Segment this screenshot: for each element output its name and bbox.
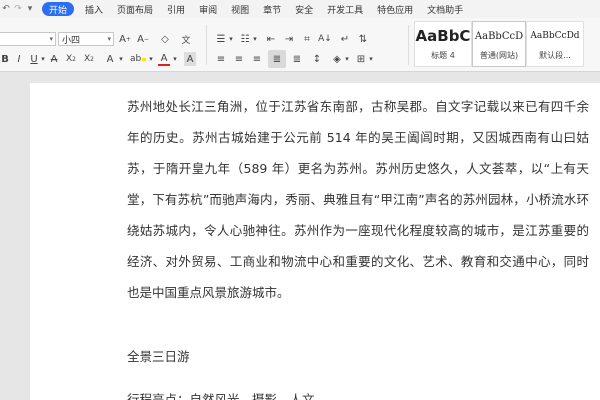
borders-icon[interactable]: ⊞ xyxy=(354,52,368,66)
chevron-down-icon[interactable]: ▾ xyxy=(118,52,124,66)
body-paragraph[interactable]: 苏州地处长江三角洲，位于江苏省东南部，古称吴郡。自文字记载以来已有四千余年的历史… xyxy=(127,91,589,308)
tab-insert[interactable]: 插入 xyxy=(78,0,110,18)
chinese-layout-icon[interactable]: ⌗ xyxy=(300,32,314,46)
italic-icon[interactable]: I xyxy=(14,52,24,66)
align-center-icon[interactable]: ≡ xyxy=(232,52,246,66)
shading-icon[interactable]: ◈ xyxy=(330,52,344,66)
align-right-icon[interactable]: ≡ xyxy=(250,52,264,66)
font-size-value: 小四 xyxy=(62,35,81,46)
tab-view[interactable]: 视图 xyxy=(224,0,256,18)
style-normal-web[interactable]: AaBbCcD 普通(网站) xyxy=(472,21,526,67)
highlight-icon[interactable]: ab xyxy=(130,52,146,66)
chevron-down-icon[interactable]: ▾ xyxy=(148,52,154,66)
font-size-select[interactable]: 小四 ▾ xyxy=(58,32,114,46)
font-name-select[interactable]: ▾ xyxy=(0,32,56,46)
char-shading-icon[interactable]: A xyxy=(184,52,196,66)
chevron-down-icon[interactable]: ▾ xyxy=(368,52,374,66)
line-spacing-icon[interactable]: ↕ xyxy=(310,52,324,66)
redo-icon[interactable]: ↷ xyxy=(12,0,24,18)
tab-references[interactable]: 引用 xyxy=(160,0,192,18)
style-name-label: 标题 4 xyxy=(431,51,455,60)
tab-page-layout[interactable]: 页面布局 xyxy=(110,0,160,18)
chevron-down-icon[interactable]: ▾ xyxy=(40,52,46,66)
align-left-icon[interactable]: ≡ xyxy=(214,52,228,66)
style-sample-text: AaBbCcDd xyxy=(530,31,580,41)
bullet-list-icon[interactable]: ☰ xyxy=(214,32,228,46)
style-sample-text: AaBbCcD xyxy=(474,30,524,42)
font-color-icon[interactable]: A xyxy=(158,52,170,66)
chevron-down-icon[interactable]: ▾ xyxy=(344,52,350,66)
grow-font-icon[interactable]: A + xyxy=(118,32,132,46)
tab-developer[interactable]: 开发工具 xyxy=(320,0,370,18)
style-default-paragraph[interactable]: AaBbCcDd 默认段... xyxy=(526,21,584,67)
ribbon-separator xyxy=(206,25,207,65)
chevron-down-icon: ▾ xyxy=(107,35,111,43)
increase-indent-icon[interactable]: ⇥ xyxy=(282,32,296,46)
style-heading-4[interactable]: AaBbC 标题 4 xyxy=(414,21,472,67)
bold-icon[interactable]: B xyxy=(0,52,10,66)
decrease-indent-icon[interactable]: ⇤ xyxy=(264,32,278,46)
text-direction-icon[interactable]: ⇅ xyxy=(356,32,370,46)
sort-icon[interactable]: A↓ xyxy=(318,32,332,46)
customize-icon[interactable]: ▾ xyxy=(24,0,36,18)
chevron-down-icon: ▾ xyxy=(49,35,53,43)
tab-review[interactable]: 审阅 xyxy=(192,0,224,18)
strikethrough-icon[interactable]: A xyxy=(48,52,60,66)
superscript-icon[interactable]: X2 xyxy=(64,52,78,66)
numbered-list-icon[interactable]: ☷ xyxy=(238,32,252,46)
section-heading[interactable]: 全景三日游 xyxy=(127,346,190,365)
chevron-down-icon[interactable]: ▾ xyxy=(252,32,258,46)
clear-format-icon[interactable]: ◇ xyxy=(158,32,172,46)
ribbon-toolbar: ▾ 小四 ▾ A + A − ◇ 文 B I U ▾ A X2 X2 A ▾ ab … xyxy=(0,18,600,72)
undo-icon[interactable]: ↶ xyxy=(0,0,12,18)
style-sample-text: AaBbC xyxy=(415,27,471,45)
tab-security[interactable]: 安全 xyxy=(288,0,320,18)
subscript-icon[interactable]: X2 xyxy=(82,52,96,66)
shrink-font-icon[interactable]: A − xyxy=(136,32,150,46)
chevron-down-icon[interactable]: ▾ xyxy=(228,32,234,46)
underline-icon[interactable]: U xyxy=(28,52,40,66)
chevron-down-icon[interactable]: ▾ xyxy=(172,52,178,66)
tab-chapter[interactable]: 章节 xyxy=(256,0,288,18)
tab-features[interactable]: 特色应用 xyxy=(370,0,420,18)
tab-doc-assistant[interactable]: 文档助手 xyxy=(420,0,470,18)
show-marks-icon[interactable]: ↵ xyxy=(338,32,352,46)
phonetic-guide-icon[interactable]: 文 xyxy=(178,32,194,46)
itinerary-highlights-line[interactable]: 行程亮点：自然风光、摄影、人文 xyxy=(127,389,315,400)
distributed-align-icon[interactable]: ≣ xyxy=(290,52,304,66)
ribbon-separator xyxy=(408,25,409,65)
style-name-label: 默认段... xyxy=(539,51,571,60)
document-page[interactable]: 苏州地处长江三角洲，位于江苏省东南部，古称吴郡。自文字记载以来已有四千余年的历史… xyxy=(30,83,600,400)
justify-icon[interactable]: ≣ xyxy=(268,50,286,68)
style-name-label: 普通(网站) xyxy=(479,51,519,60)
text-effect-icon[interactable]: A xyxy=(102,52,118,66)
menu-bar: ↶ ↷ ▾ 开始 插入 页面布局 引用 审阅 视图 章节 安全 开发工具 特色应… xyxy=(0,0,600,18)
tab-start[interactable]: 开始 xyxy=(42,2,75,16)
